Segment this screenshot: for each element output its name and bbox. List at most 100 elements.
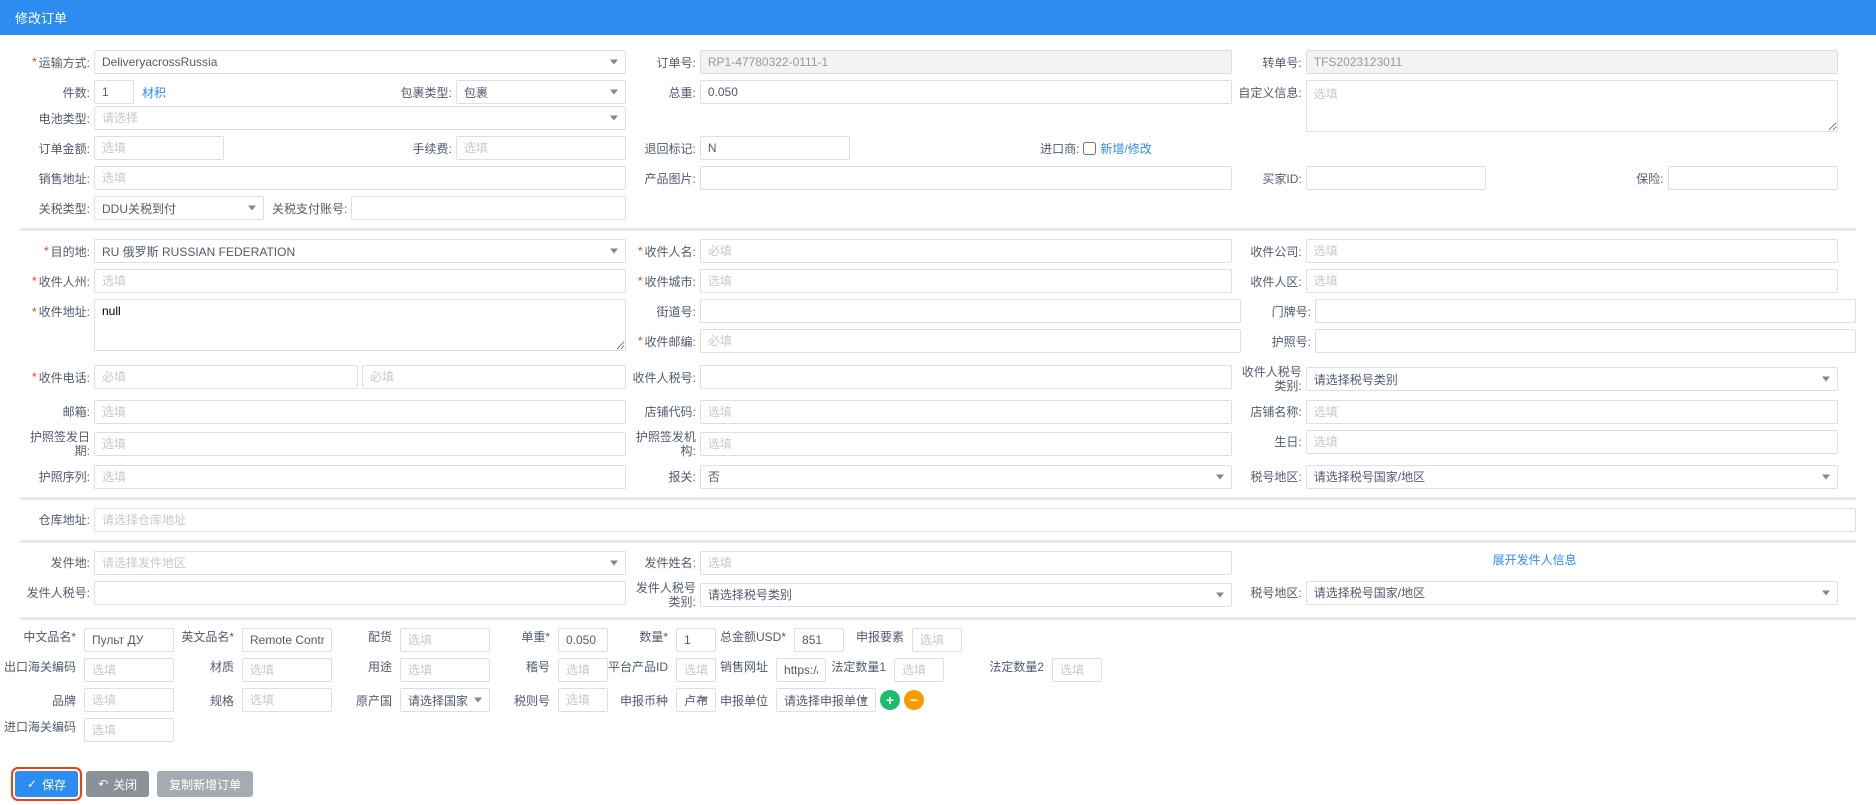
sales-addr-input[interactable] bbox=[94, 166, 626, 190]
customs-select[interactable] bbox=[700, 465, 1232, 489]
import-hs-input[interactable] bbox=[84, 718, 174, 742]
volume-link[interactable]: 材积 bbox=[142, 84, 166, 101]
return-flag-input[interactable] bbox=[700, 136, 850, 160]
en-name-label: 英文品名* bbox=[178, 628, 238, 645]
platform-id-input[interactable] bbox=[676, 658, 716, 682]
package-type-select[interactable] bbox=[456, 80, 626, 104]
remove-row-icon[interactable]: − bbox=[904, 690, 924, 710]
stock-input[interactable] bbox=[400, 628, 490, 652]
declare-unit-label: 申报单位 bbox=[720, 692, 772, 709]
cn-name-label: 中文品名* bbox=[20, 628, 80, 645]
cn-name-input[interactable] bbox=[84, 628, 174, 652]
declare-element-input[interactable] bbox=[912, 628, 962, 652]
street-no-input[interactable] bbox=[700, 299, 1241, 323]
door-no-input[interactable] bbox=[1315, 299, 1856, 323]
expand-sender-link[interactable]: 展开发件人信息 bbox=[1493, 551, 1577, 568]
duty-account-label: 关税支付账号: bbox=[272, 200, 351, 217]
passport-date-input[interactable] bbox=[94, 432, 626, 456]
passport-date-label: 护照签发日期: bbox=[20, 430, 94, 459]
warehouse-addr-input[interactable] bbox=[94, 508, 1856, 532]
importer-label: 进口商: bbox=[1040, 140, 1083, 157]
product-image-input[interactable] bbox=[700, 166, 1232, 190]
recipient-addr-textarea[interactable] bbox=[94, 299, 626, 351]
duty-account-input[interactable] bbox=[351, 196, 626, 220]
importer-add-edit-link[interactable]: 新增/修改 bbox=[1100, 140, 1151, 157]
sales-url-input[interactable] bbox=[776, 658, 826, 682]
order-amount-input[interactable] bbox=[94, 136, 224, 160]
qty-input[interactable] bbox=[676, 628, 716, 652]
pieces-input[interactable] bbox=[94, 80, 134, 104]
total-usd-input[interactable] bbox=[794, 628, 844, 652]
store-code-input[interactable] bbox=[700, 400, 1232, 424]
brand-input[interactable] bbox=[84, 688, 174, 712]
recipient-company-label: 收件公司: bbox=[1232, 243, 1306, 260]
importer-checkbox[interactable] bbox=[1083, 142, 1096, 155]
order-no-label: 订单号: bbox=[626, 54, 700, 71]
save-button[interactable]: ✓ 保存 bbox=[15, 771, 78, 797]
recipient-name-input[interactable] bbox=[700, 239, 1232, 263]
tax-type-label: 收件人税号类别: bbox=[1232, 365, 1306, 394]
sender-tax-type-select[interactable] bbox=[700, 583, 1232, 607]
phone-input-1[interactable] bbox=[94, 365, 358, 389]
sender-name-input[interactable] bbox=[700, 551, 1232, 575]
hs-extra-input[interactable] bbox=[558, 658, 608, 682]
spec-input[interactable] bbox=[242, 688, 332, 712]
postcode-input[interactable] bbox=[700, 329, 1241, 353]
material-input[interactable] bbox=[242, 658, 332, 682]
currency-select[interactable] bbox=[676, 688, 716, 712]
origin-select[interactable] bbox=[400, 688, 490, 712]
export-hs-input[interactable] bbox=[84, 658, 174, 682]
ship-from-select[interactable] bbox=[94, 551, 626, 575]
close-button[interactable]: ↶ 关闭 bbox=[86, 771, 149, 797]
passport-no-input[interactable] bbox=[1315, 329, 1856, 353]
spec-label: 规格 bbox=[178, 692, 238, 709]
tax-type-select[interactable] bbox=[1306, 367, 1838, 391]
birthday-input[interactable] bbox=[1306, 430, 1838, 454]
tax-code-input[interactable] bbox=[558, 688, 608, 712]
recipient-company-input[interactable] bbox=[1306, 239, 1838, 263]
recipient-state-input[interactable] bbox=[94, 269, 626, 293]
copy-order-button[interactable]: 复制新增订单 bbox=[157, 771, 253, 797]
legal-qty2-input[interactable] bbox=[1052, 658, 1102, 682]
legal-qty1-label: 法定数量1 bbox=[830, 658, 890, 675]
insurance-label: 保险: bbox=[1636, 170, 1667, 187]
sender-tax-no-input[interactable] bbox=[94, 581, 626, 605]
declare-unit-select[interactable] bbox=[776, 688, 876, 712]
total-usd-label: 总金额USD* bbox=[720, 628, 790, 645]
custom-info-textarea[interactable] bbox=[1306, 80, 1838, 132]
recipient-city-input[interactable] bbox=[700, 269, 1232, 293]
usage-input[interactable] bbox=[400, 658, 490, 682]
ref-no-input bbox=[1306, 50, 1838, 74]
recipient-district-input[interactable] bbox=[1306, 269, 1838, 293]
sender-tax-region-select[interactable] bbox=[1306, 581, 1838, 605]
brand-label: 品牌 bbox=[20, 692, 80, 709]
phone-input-2[interactable] bbox=[362, 365, 626, 389]
insurance-input[interactable] bbox=[1668, 166, 1838, 190]
add-row-icon[interactable]: + bbox=[880, 690, 900, 710]
birthday-label: 生日: bbox=[1232, 433, 1306, 450]
origin-label: 原产国 bbox=[336, 692, 396, 709]
legal-qty1-input[interactable] bbox=[894, 658, 944, 682]
email-input[interactable] bbox=[94, 400, 626, 424]
duty-type-select[interactable] bbox=[94, 196, 264, 220]
passport-serial-input[interactable] bbox=[94, 465, 626, 489]
unit-weight-label: 单重* bbox=[494, 628, 554, 645]
store-name-input[interactable] bbox=[1306, 400, 1838, 424]
divider bbox=[20, 617, 1856, 620]
unit-weight-input[interactable] bbox=[558, 628, 608, 652]
passport-org-input[interactable] bbox=[700, 432, 1232, 456]
buyer-id-input[interactable] bbox=[1306, 166, 1486, 190]
fee-label: 手续费: bbox=[413, 140, 456, 157]
en-name-input[interactable] bbox=[242, 628, 332, 652]
hs-extra-label: 稽号 bbox=[494, 658, 554, 675]
sender-name-label: 发件姓名: bbox=[626, 554, 700, 571]
tax-no-input[interactable] bbox=[700, 365, 1232, 389]
ship-method-select[interactable] bbox=[94, 50, 626, 74]
battery-type-select[interactable] bbox=[94, 106, 626, 130]
weight-input[interactable] bbox=[700, 80, 1232, 104]
sales-url-label: 销售网址 bbox=[720, 658, 772, 675]
tax-region-select[interactable] bbox=[1306, 465, 1838, 489]
duty-type-label: 关税类型: bbox=[20, 200, 94, 217]
destination-select[interactable] bbox=[94, 239, 626, 263]
fee-input[interactable] bbox=[456, 136, 626, 160]
